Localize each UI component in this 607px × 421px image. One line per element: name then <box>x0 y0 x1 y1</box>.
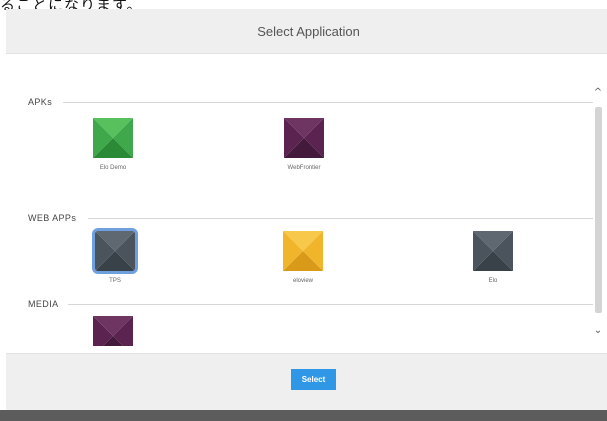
app-tile-webfrontier[interactable]: WebFrontier <box>274 118 334 171</box>
app-name: Elo <box>488 278 498 284</box>
yellow-app-icon <box>283 231 323 271</box>
app-list: APKs Elo Demo WebFrontier WEB APPs TPS e… <box>6 80 607 346</box>
section-label-media: MEDIA <box>28 299 59 309</box>
chevron-down-icon[interactable]: ⌄ <box>591 325 605 337</box>
chevron-up-icon[interactable]: ^ <box>591 87 605 99</box>
taskbar <box>0 410 607 421</box>
purple-app-icon <box>93 316 133 346</box>
app-name: TPS <box>109 278 121 284</box>
section-label-apks: APKs <box>28 97 53 107</box>
green-app-icon <box>93 118 133 158</box>
app-tile-tps[interactable]: TPS <box>85 228 145 284</box>
dialog-header: Select Application <box>6 9 607 54</box>
dialog-title: Select Application <box>257 23 360 39</box>
app-name: eloview <box>292 278 313 284</box>
dialog-footer: Select <box>6 353 607 410</box>
app-tile-elo-demo[interactable]: Elo Demo <box>83 118 143 171</box>
select-button[interactable]: Select <box>291 369 336 390</box>
select-application-dialog: Select Application APKs Elo Demo WebFron… <box>6 9 607 411</box>
section-divider <box>68 304 593 305</box>
scrollbar[interactable]: ^ ⌄ <box>591 87 605 337</box>
section-divider <box>63 102 593 103</box>
app-name: Elo Demo <box>99 165 127 171</box>
section-divider <box>88 218 593 219</box>
app-tile-media[interactable] <box>83 316 143 346</box>
purple-app-icon <box>284 118 324 158</box>
section-label-web-apps: WEB APPs <box>28 213 77 223</box>
app-tile-eloview[interactable]: eloview <box>273 231 333 284</box>
app-tile-elo[interactable]: Elo <box>463 231 523 284</box>
app-name: WebFrontier <box>287 165 321 171</box>
scroll-thumb[interactable] <box>595 107 602 313</box>
slate-app-icon <box>473 231 513 271</box>
slate-app-icon <box>92 228 138 274</box>
